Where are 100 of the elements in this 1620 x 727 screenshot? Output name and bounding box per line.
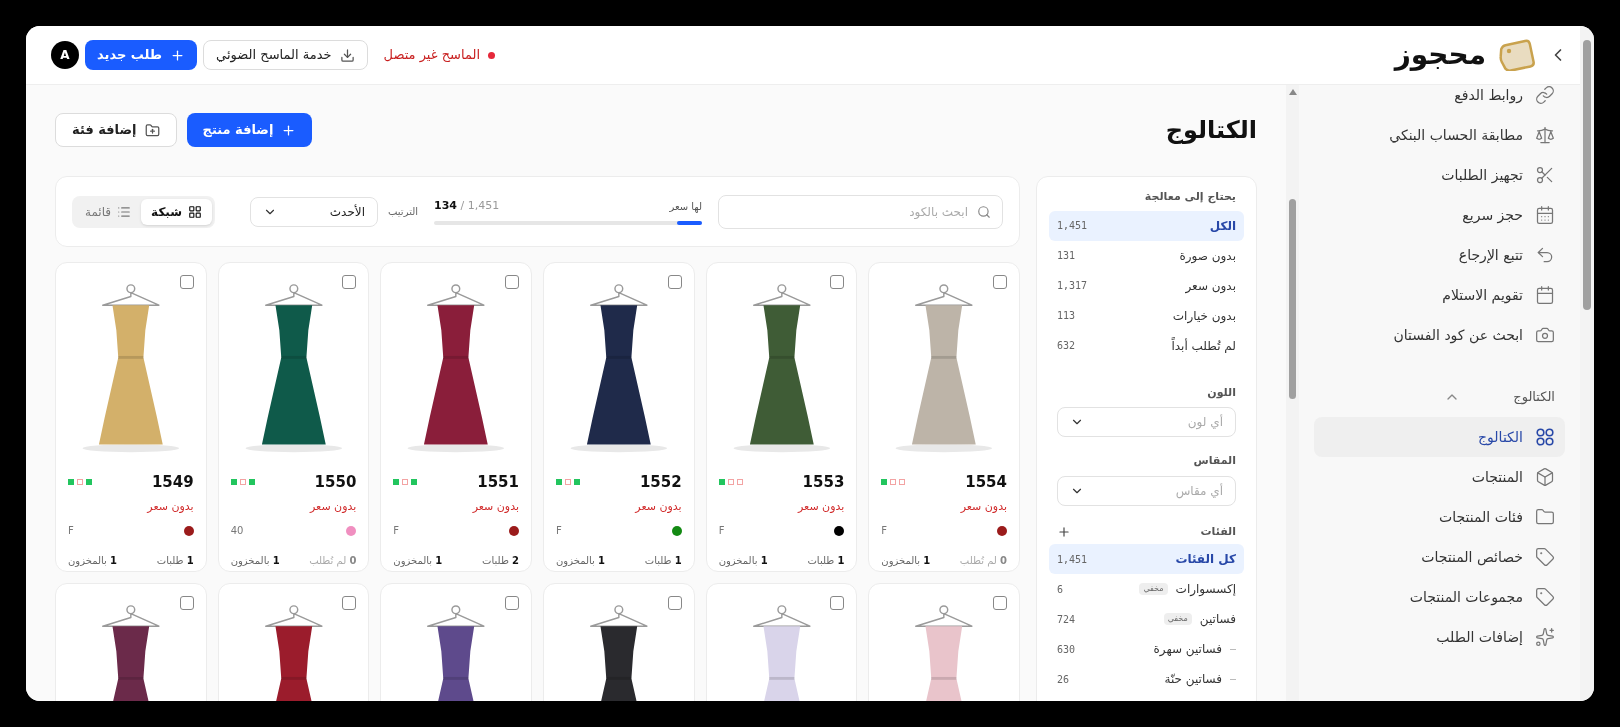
list-icon xyxy=(117,204,132,219)
secondary-button[interactable]: إضافة فئة xyxy=(55,113,177,147)
sidebar-item[interactable]: تقويم الاستلام xyxy=(1314,275,1565,315)
sidebar-item[interactable]: مطابقة الحساب البنكي xyxy=(1314,115,1565,155)
count-text: 26 xyxy=(1057,672,1070,687)
count-text: 632 xyxy=(1057,339,1076,353)
scrollbar[interactable] xyxy=(1580,26,1594,701)
count-text: 630 xyxy=(1057,642,1076,657)
scissors-icon xyxy=(1535,165,1555,185)
hidden-badge: مخفي xyxy=(1139,583,1168,595)
search-icon xyxy=(977,204,991,219)
filter-label: بدون سعر xyxy=(1185,277,1236,295)
sidebar-item[interactable]: حجز سريع xyxy=(1314,195,1565,235)
plus-icon xyxy=(281,122,297,138)
scrollbar-thumb[interactable] xyxy=(1583,40,1591,310)
price-status: بدون سعر xyxy=(308,498,357,515)
tag-icon xyxy=(1535,547,1555,567)
filter-label: لم تُطلب أبداً xyxy=(1171,336,1236,355)
product-code: 1553 xyxy=(802,472,845,493)
checkbox[interactable] xyxy=(830,275,845,289)
count-text: 6 xyxy=(1057,582,1064,597)
sidebar-item[interactable]: تجهيز الطلبات xyxy=(1314,155,1565,195)
sidebar-item[interactable]: الكتالوج xyxy=(1314,417,1565,457)
scrollbar-thumb[interactable] xyxy=(1289,199,1296,399)
camera-icon xyxy=(1535,325,1555,345)
filter-label: فساتين حنّة xyxy=(1164,671,1222,688)
checkbox[interactable] xyxy=(993,596,1007,610)
count-text: 1,451 xyxy=(1057,552,1088,567)
link-icon xyxy=(1535,85,1555,105)
size-text: F xyxy=(881,524,888,538)
sidebar-item[interactable]: مجموعات المنتجات xyxy=(1314,577,1565,617)
price-status: بدون سعر xyxy=(959,498,1007,515)
filter-heading: المقاس xyxy=(1192,453,1237,469)
checkbox[interactable] xyxy=(179,596,194,610)
page-title: الكتالوج xyxy=(1165,115,1257,146)
count-text: 131 xyxy=(1057,249,1076,263)
size-text: F xyxy=(68,524,74,538)
sidebar-item[interactable]: خصائص المنتجات xyxy=(1314,537,1565,577)
view-tab[interactable]: شبكة xyxy=(141,198,213,225)
product-code: 1552 xyxy=(639,472,682,493)
filter-label: بدون خيارات xyxy=(1172,307,1236,325)
price-status: بدون سعر xyxy=(633,498,682,515)
sort-select[interactable]: الأحدث xyxy=(250,196,378,227)
filter-label: الكل xyxy=(1209,217,1236,235)
primary-button[interactable]: إضافة منتج xyxy=(186,113,313,147)
price-status: بدون سعر xyxy=(471,498,519,515)
scale-icon xyxy=(1535,125,1555,145)
primary-button[interactable]: طلب جديد xyxy=(85,40,198,70)
checkbox[interactable] xyxy=(342,275,357,289)
grid-icon xyxy=(1535,427,1555,447)
filter-heading: اللون xyxy=(1206,384,1237,401)
count-text: 113 xyxy=(1057,309,1076,323)
view-tab[interactable]: قائمة xyxy=(75,198,142,225)
product-code: 1554 xyxy=(965,472,1007,493)
filter-label: كل الفئات xyxy=(1175,551,1236,568)
sidebar-item[interactable]: تتبع الإرجاع xyxy=(1314,235,1565,275)
checkbox[interactable] xyxy=(179,275,194,289)
avatar[interactable]: A xyxy=(51,41,79,69)
sidebar-item[interactable]: فئات المنتجات xyxy=(1314,497,1565,537)
scanner-status: الماسح غير متصل xyxy=(383,46,481,65)
search-field[interactable]: ابحث بالكود xyxy=(718,194,1003,229)
tag-icon xyxy=(1535,587,1555,607)
hidden-badge: مخفي xyxy=(1163,613,1192,625)
count-text: 724 xyxy=(1057,612,1076,627)
checkbox[interactable] xyxy=(993,275,1007,289)
checkbox[interactable] xyxy=(342,596,357,610)
add-icon[interactable] xyxy=(1057,524,1071,539)
checkbox[interactable] xyxy=(830,596,845,610)
progress-count: 134 / 1,451 xyxy=(434,198,500,215)
sidebar-item[interactable]: روابط الدفع xyxy=(1314,85,1565,115)
product-code: 1549 xyxy=(151,472,194,493)
progress-label: لها سعر xyxy=(669,200,702,214)
checkbox[interactable] xyxy=(505,596,519,610)
sidebar-item[interactable]: إضافات الطلب xyxy=(1314,617,1565,657)
checkbox[interactable] xyxy=(667,596,682,610)
count-text: 1,451 xyxy=(1057,219,1088,233)
folder-icon xyxy=(1535,507,1555,527)
calendar-icon xyxy=(1535,285,1555,305)
brand-name: محجوز xyxy=(1394,37,1486,73)
plus-icon xyxy=(170,47,186,63)
filter-label: إكسسوارات xyxy=(1175,581,1236,598)
folder-plus-icon xyxy=(144,122,160,138)
sidebar-item[interactable]: ابحث عن كود الفستان xyxy=(1314,315,1565,355)
size-text: 40 xyxy=(230,524,244,538)
product-code: 1551 xyxy=(477,472,519,493)
sparkles-icon xyxy=(1535,627,1555,647)
scroll-up-icon[interactable] xyxy=(1288,89,1297,95)
count-text: 1,317 xyxy=(1057,279,1088,293)
dash-icon xyxy=(1230,678,1236,680)
dash-icon xyxy=(1230,648,1236,650)
checkbox[interactable] xyxy=(667,275,682,289)
filter-label: بدون صورة xyxy=(1179,247,1236,265)
scrollbar[interactable] xyxy=(1286,85,1299,701)
filter-heading: يحتاج إلى معالجة xyxy=(1143,189,1237,206)
checkbox[interactable] xyxy=(505,275,519,289)
section-header[interactable]: الكتالوج xyxy=(1314,377,1565,417)
secondary-button[interactable]: خدمة الماسح الضوئي xyxy=(203,40,368,70)
price-status: بدون سعر xyxy=(796,498,845,515)
sidebar-item[interactable]: المنتجات xyxy=(1314,457,1565,497)
calendar-icon xyxy=(1535,205,1555,225)
